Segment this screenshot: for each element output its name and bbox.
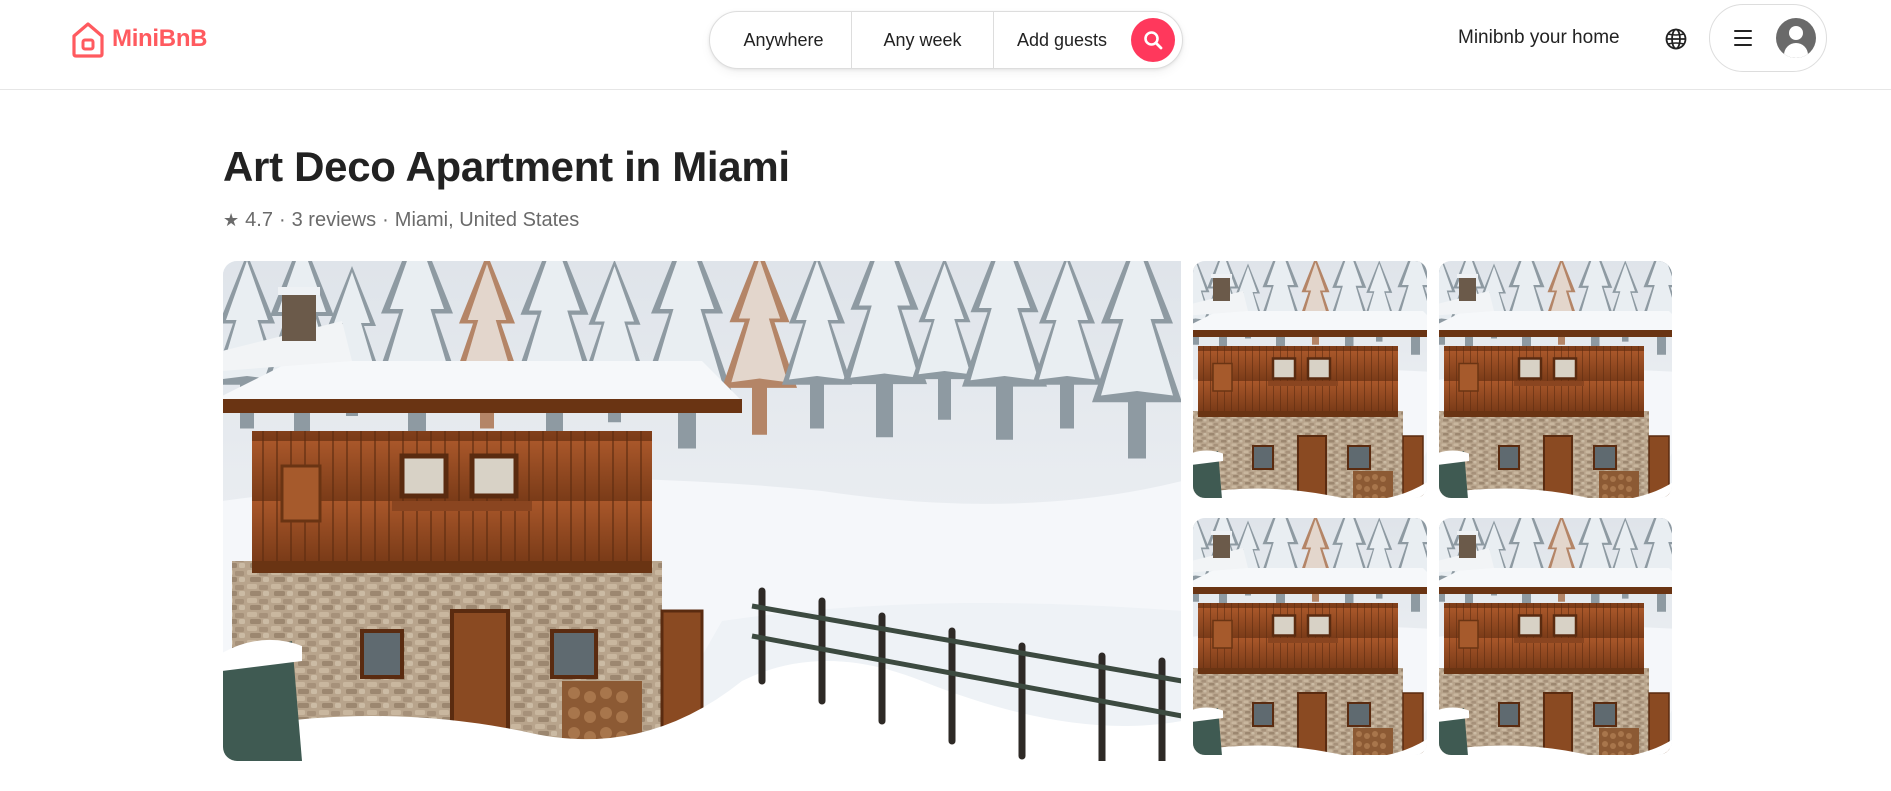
- search-icon: [1144, 31, 1163, 50]
- top-navbar: MiniBnB Anywhere Any week Add guests Min…: [0, 0, 1891, 90]
- gallery-photo-main[interactable]: [223, 261, 1181, 761]
- meta-separator: ·: [278, 209, 286, 231]
- gallery-photo-thumb[interactable]: [1193, 518, 1427, 755]
- search-where-label: Anywhere: [743, 29, 824, 50]
- search-submit-button[interactable]: [1131, 18, 1175, 62]
- search-when-button[interactable]: Any week: [852, 11, 993, 69]
- listing-reviews-link[interactable]: 3 reviews: [292, 209, 376, 232]
- meta-separator: ·: [382, 209, 389, 231]
- brand-name: MiniBnB: [112, 25, 208, 52]
- search-when-label: Any week: [883, 29, 962, 50]
- search-guests-button[interactable]: Add guests: [994, 11, 1129, 69]
- house-icon: [72, 22, 104, 58]
- listing-location[interactable]: Miami, United States: [395, 209, 580, 232]
- brand-logo[interactable]: MiniBnB: [70, 20, 208, 58]
- host-your-home-link[interactable]: Minibnb your home: [1458, 27, 1620, 49]
- listing-title: Art Deco Apartment in Miami: [223, 143, 790, 190]
- photo-gallery: [223, 261, 1672, 761]
- globe-icon[interactable]: [1664, 27, 1688, 51]
- listing-meta: ★ 4.7 · 3 reviews · Miami, United States: [223, 209, 579, 232]
- user-menu-button[interactable]: [1709, 4, 1827, 72]
- user-avatar-icon: [1776, 18, 1816, 58]
- star-icon: ★: [223, 210, 240, 230]
- listing-rating: 4.7: [245, 209, 273, 231]
- gallery-photo-thumb[interactable]: [1193, 261, 1427, 498]
- gallery-photo-thumb[interactable]: [1439, 261, 1672, 498]
- gallery-photo-thumb[interactable]: [1439, 518, 1672, 755]
- search-where-button[interactable]: Anywhere: [710, 11, 851, 69]
- hamburger-icon: [1734, 30, 1752, 46]
- search-guests-label: Add guests: [1017, 29, 1108, 50]
- search-bar: Anywhere Any week Add guests: [709, 11, 1183, 69]
